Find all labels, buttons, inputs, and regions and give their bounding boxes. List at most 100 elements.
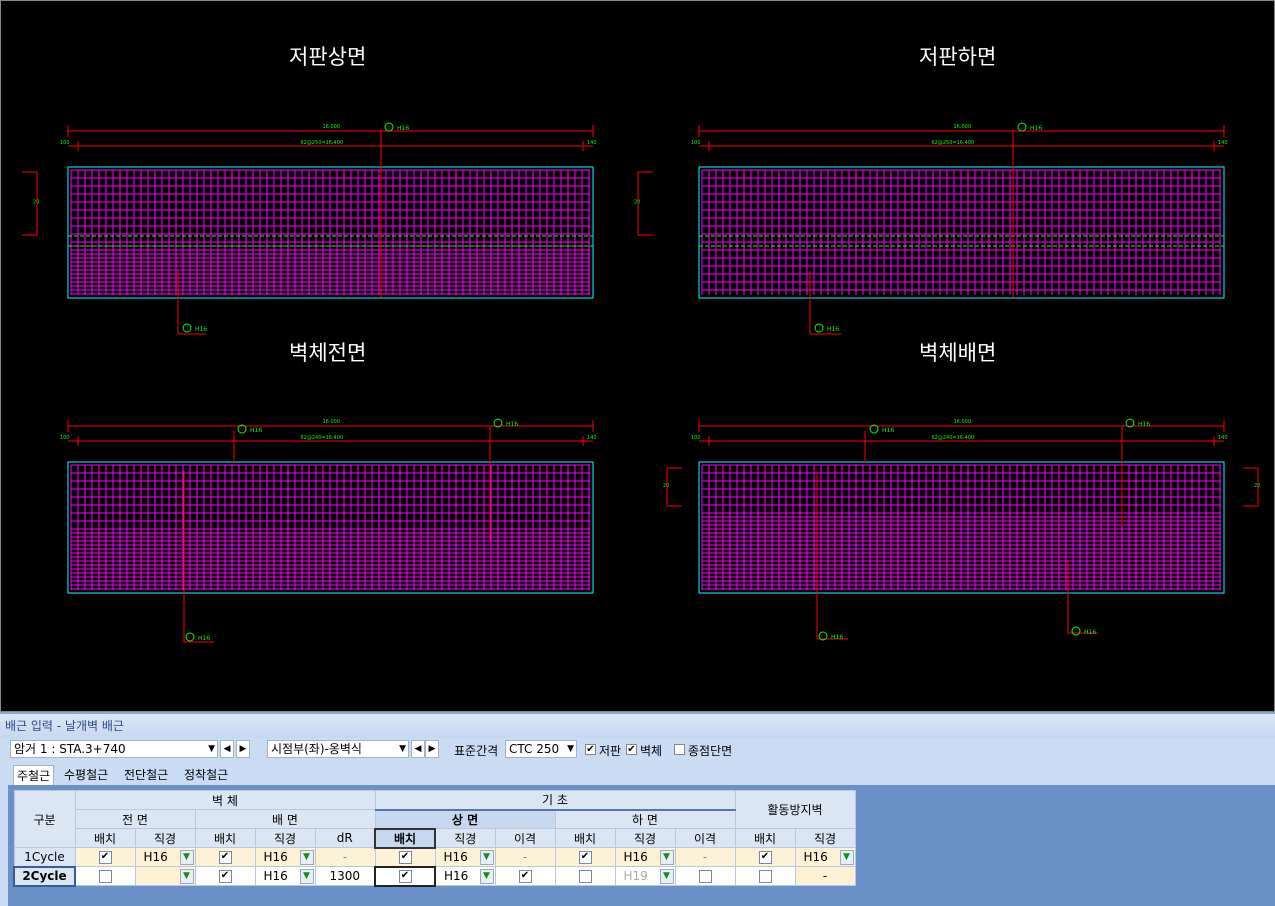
rebar-mark <box>814 323 824 333</box>
header-guard-wall: 활동방지벽 <box>734 790 856 829</box>
checkbox[interactable]: ✔ <box>218 851 232 864</box>
rebar-mesh <box>70 169 590 295</box>
top-dia-cell[interactable]: H16 ▼ <box>434 847 496 867</box>
bottom-gap-cell[interactable]: - <box>674 847 736 867</box>
header-place: 배치 <box>554 828 616 848</box>
guard-dia-cell[interactable]: H16 ▼ <box>794 847 856 867</box>
checkbox[interactable]: ✔ <box>758 851 772 864</box>
dia-value: H16 <box>263 868 288 883</box>
checkbox[interactable]: ✔ <box>398 870 412 883</box>
chevron-down-icon[interactable]: ▼ <box>299 849 314 865</box>
end-section-checkbox[interactable] <box>674 744 685 755</box>
rebar-input-panel: 배근 입력 - 날개벽 배근 암거 1 : STA.3+740 ▼ ◀ ▶ 시점… <box>0 712 1275 906</box>
checkbox[interactable] <box>98 870 112 883</box>
tab-shear-rebar[interactable]: 전단철근 <box>121 765 171 785</box>
checkbox[interactable]: ✔ <box>578 851 592 864</box>
tab-anchor-rebar[interactable]: 정착철근 <box>181 765 231 785</box>
rebar-label: H16 <box>1138 421 1150 428</box>
header-back: 배 면 <box>194 809 376 829</box>
dia-value: H16 <box>803 849 828 864</box>
bottom-dia-cell[interactable]: H16 ▼ <box>614 847 676 867</box>
checkbox[interactable]: ✔ <box>398 851 412 864</box>
std-spacing-value: CTC 250 <box>509 742 560 756</box>
guard-dia-cell[interactable]: - <box>794 866 856 886</box>
chevron-down-icon[interactable]: ▼ <box>299 868 314 884</box>
dia-value: H16 <box>443 849 468 864</box>
chevron-down-icon[interactable]: ▼ <box>479 868 494 884</box>
side-dimension-label: 20 <box>634 200 640 206</box>
prev-section-button[interactable]: ◀ <box>411 740 425 758</box>
std-spacing-label: 표준간격 <box>454 744 499 758</box>
top-gap-cell[interactable]: - <box>494 847 556 867</box>
prev-culvert-button[interactable]: ◀ <box>220 740 234 758</box>
chevron-down-icon[interactable]: ▼ <box>179 849 194 865</box>
back-dia-cell[interactable]: H16 ▼ <box>254 866 316 886</box>
slab-checkbox[interactable]: ✔ <box>585 744 596 755</box>
dimension-label: 62@250=16.400 <box>301 140 344 146</box>
rebar-mark <box>1071 626 1081 636</box>
header-dia: 직경 <box>614 828 676 848</box>
back-place-cell[interactable]: ✔ <box>194 866 256 886</box>
front-dia-cell[interactable]: H16 ▼ <box>134 847 196 867</box>
dia-value: H16 <box>623 849 648 864</box>
section-select[interactable]: 시점부(좌)-옹벽식 ▼ <box>267 740 409 758</box>
guard-place-cell[interactable] <box>734 866 796 886</box>
next-section-button[interactable]: ▶ <box>425 740 439 758</box>
rebar-mesh <box>70 464 590 590</box>
cad-canvas[interactable]: 16.000 62@250=16.400 100 140 H16 H16 20 20 16.00… <box>0 0 1275 712</box>
guard-place-cell[interactable]: ✔ <box>734 847 796 867</box>
rebar-label: H16 <box>397 125 409 132</box>
tab-horizontal-rebar[interactable]: 수평철근 <box>61 765 111 785</box>
header-bottom: 하 면 <box>554 809 736 829</box>
checkbox[interactable]: ✔ <box>518 870 532 883</box>
tab-main-rebar[interactable]: 주철근 <box>13 765 55 786</box>
checkbox[interactable]: ✔ <box>98 851 112 864</box>
dr-cell[interactable]: 1300 <box>314 866 376 886</box>
checkbox[interactable] <box>578 870 592 883</box>
dimension-label: 100 <box>691 435 701 441</box>
back-place-cell[interactable]: ✔ <box>194 847 256 867</box>
wall-checkbox[interactable]: ✔ <box>626 744 637 755</box>
front-place-cell[interactable] <box>74 866 136 886</box>
side-dimension-label: 20 <box>1254 483 1260 489</box>
chevron-down-icon[interactable]: ▼ <box>179 868 194 884</box>
chevron-down-icon[interactable]: ▼ <box>659 849 674 865</box>
dimension-label: 62@240=16.400 <box>301 435 344 441</box>
checkbox[interactable] <box>698 870 712 883</box>
bottom-gap-cell[interactable] <box>674 866 736 886</box>
bottom-place-cell[interactable]: ✔ <box>554 847 616 867</box>
std-spacing-select[interactable]: CTC 250 ▼ <box>505 740 577 758</box>
top-place-cell[interactable]: ✔ <box>374 847 436 867</box>
header-dia: 직경 <box>794 828 856 848</box>
header-place: 배치 <box>734 828 796 848</box>
leader-line <box>177 271 206 335</box>
chevron-down-icon[interactable]: ▼ <box>839 849 854 865</box>
front-place-cell[interactable]: ✔ <box>74 847 136 867</box>
rebar-mark <box>185 632 195 642</box>
rebar-label: H16 <box>195 326 207 333</box>
bottom-dia-cell[interactable]: H19 ▼ <box>614 866 676 886</box>
checkbox[interactable] <box>758 870 772 883</box>
top-place-cell-focused[interactable]: ✔ <box>374 865 436 887</box>
dimension-label: 140 <box>1218 140 1228 146</box>
rebar-label: H16 <box>1030 125 1042 132</box>
chevron-down-icon: ▼ <box>399 744 406 754</box>
checkbox[interactable]: ✔ <box>218 870 232 883</box>
end-section-label: 종점단면 <box>688 744 733 758</box>
front-dia-cell[interactable]: ▼ <box>134 866 196 886</box>
chevron-down-icon: ▼ <box>208 744 215 754</box>
dr-cell[interactable]: - <box>314 847 376 867</box>
chevron-down-icon[interactable]: ▼ <box>479 849 494 865</box>
table-row: 1Cycle ✔ H16 ▼ ✔ H16 ▼ - ✔ H16 ▼ - ✔ H16 ▼ -… <box>13 847 856 867</box>
chevron-down-icon[interactable]: ▼ <box>659 868 674 884</box>
top-gap-cell[interactable]: ✔ <box>494 866 556 886</box>
top-dia-cell[interactable]: H16 ▼ <box>434 866 496 886</box>
bottom-place-cell[interactable] <box>554 866 616 886</box>
rebar-grid: 구분 벽 체 기 초 활동방지벽 전 면 배 면 상 면 하 면 배치 직경 배… <box>13 790 856 887</box>
next-culvert-button[interactable]: ▶ <box>236 740 250 758</box>
dimension-label: 16.000 <box>323 124 341 130</box>
dimension-label: 62@250=16.400 <box>932 140 975 146</box>
back-dia-cell[interactable]: H16 ▼ <box>254 847 316 867</box>
culvert-select[interactable]: 암거 1 : STA.3+740 ▼ <box>10 740 218 758</box>
dimension-label: 100 <box>60 140 70 146</box>
